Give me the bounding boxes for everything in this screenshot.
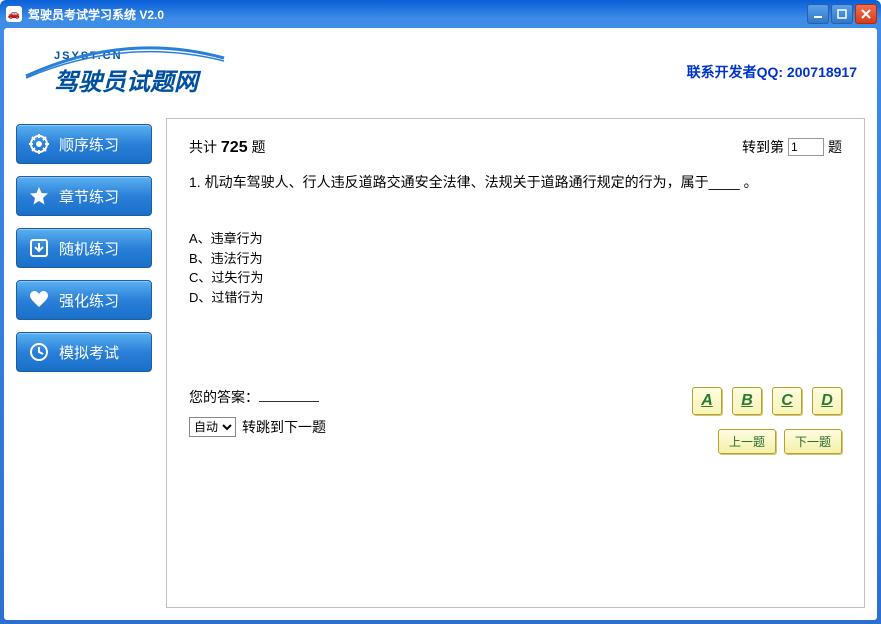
minimize-button[interactable] xyxy=(807,4,829,24)
goto-suffix: 题 xyxy=(828,137,842,157)
answer-button-c[interactable]: C xyxy=(772,387,802,415)
titlebar[interactable]: 🚗 驾驶员考试学习系统 V2.0 xyxy=(0,0,881,28)
window-title: 驾驶员考试学习系统 V2.0 xyxy=(28,6,807,23)
sidebar-item-mock[interactable]: 模拟考试 xyxy=(16,332,152,372)
goto-input[interactable] xyxy=(788,138,824,156)
next-button[interactable]: 下一题 xyxy=(784,429,842,454)
close-button[interactable] xyxy=(855,4,877,24)
goto-prefix: 转到第 xyxy=(742,137,784,157)
sidebar-item-label: 章节练习 xyxy=(59,186,119,207)
sidebar-item-random[interactable]: 随机练习 xyxy=(16,228,152,268)
logo-arc-icon xyxy=(24,46,229,86)
maximize-button[interactable] xyxy=(831,4,853,24)
sidebar-item-chapter[interactable]: 章节练习 xyxy=(16,176,152,216)
heart-icon xyxy=(29,290,49,310)
option-c: C、过失行为 xyxy=(189,268,842,288)
star-icon xyxy=(29,186,49,206)
clock-icon xyxy=(29,342,49,362)
auto-jump-label: 转跳到下一题 xyxy=(242,417,326,437)
download-icon xyxy=(29,238,49,258)
auto-jump-select[interactable]: 自动 xyxy=(189,417,236,437)
your-answer-label: 您的答案： xyxy=(189,387,326,407)
options-list: A、违章行为 B、违法行为 C、过失行为 D、过错行为 xyxy=(189,229,842,307)
maximize-icon xyxy=(837,9,847,19)
app-icon: 🚗 xyxy=(6,6,22,22)
close-icon xyxy=(861,9,871,19)
sidebar-item-label: 随机练习 xyxy=(59,238,119,259)
answer-button-b[interactable]: B xyxy=(732,387,762,415)
logo: JSYST.CN 驾驶员试题网 xyxy=(24,42,234,102)
answer-blank xyxy=(259,388,319,402)
answer-button-d[interactable]: D xyxy=(812,387,842,415)
minimize-icon xyxy=(813,9,823,19)
question-text: 1. 机动车驾驶人、行人违反道路交通安全法律、法规关于道路通行规定的行为，属于_… xyxy=(189,171,842,193)
header: JSYST.CN 驾驶员试题网 联系开发者QQ: 200718917 xyxy=(4,28,877,108)
sidebar-item-label: 强化练习 xyxy=(59,290,119,311)
sidebar-item-label: 顺序练习 xyxy=(59,134,119,155)
sidebar-item-label: 模拟考试 xyxy=(59,342,119,363)
contact-info: 联系开发者QQ: 200718917 xyxy=(687,62,857,82)
option-b: B、违法行为 xyxy=(189,249,842,269)
sidebar: 顺序练习 章节练习 随机练习 xyxy=(16,118,152,608)
gear-icon xyxy=(29,134,49,154)
total-count: 共计 725 题 xyxy=(189,137,265,157)
option-a: A、违章行为 xyxy=(189,229,842,249)
client-area: JSYST.CN 驾驶员试题网 联系开发者QQ: 200718917 顺序练习 xyxy=(4,28,877,620)
content-panel: 共计 725 题 转到第 题 1. 机动车驾驶人、行人违反道路交通安全法律、法规… xyxy=(166,118,865,608)
goto-question: 转到第 题 xyxy=(742,137,842,157)
sidebar-item-enhance[interactable]: 强化练习 xyxy=(16,280,152,320)
answer-button-a[interactable]: A xyxy=(692,387,722,415)
sidebar-item-sequential[interactable]: 顺序练习 xyxy=(16,124,152,164)
app-window: 🚗 驾驶员考试学习系统 V2.0 JSYST.CN xyxy=(0,0,881,624)
prev-button[interactable]: 上一题 xyxy=(718,429,776,454)
option-d: D、过错行为 xyxy=(189,288,842,308)
